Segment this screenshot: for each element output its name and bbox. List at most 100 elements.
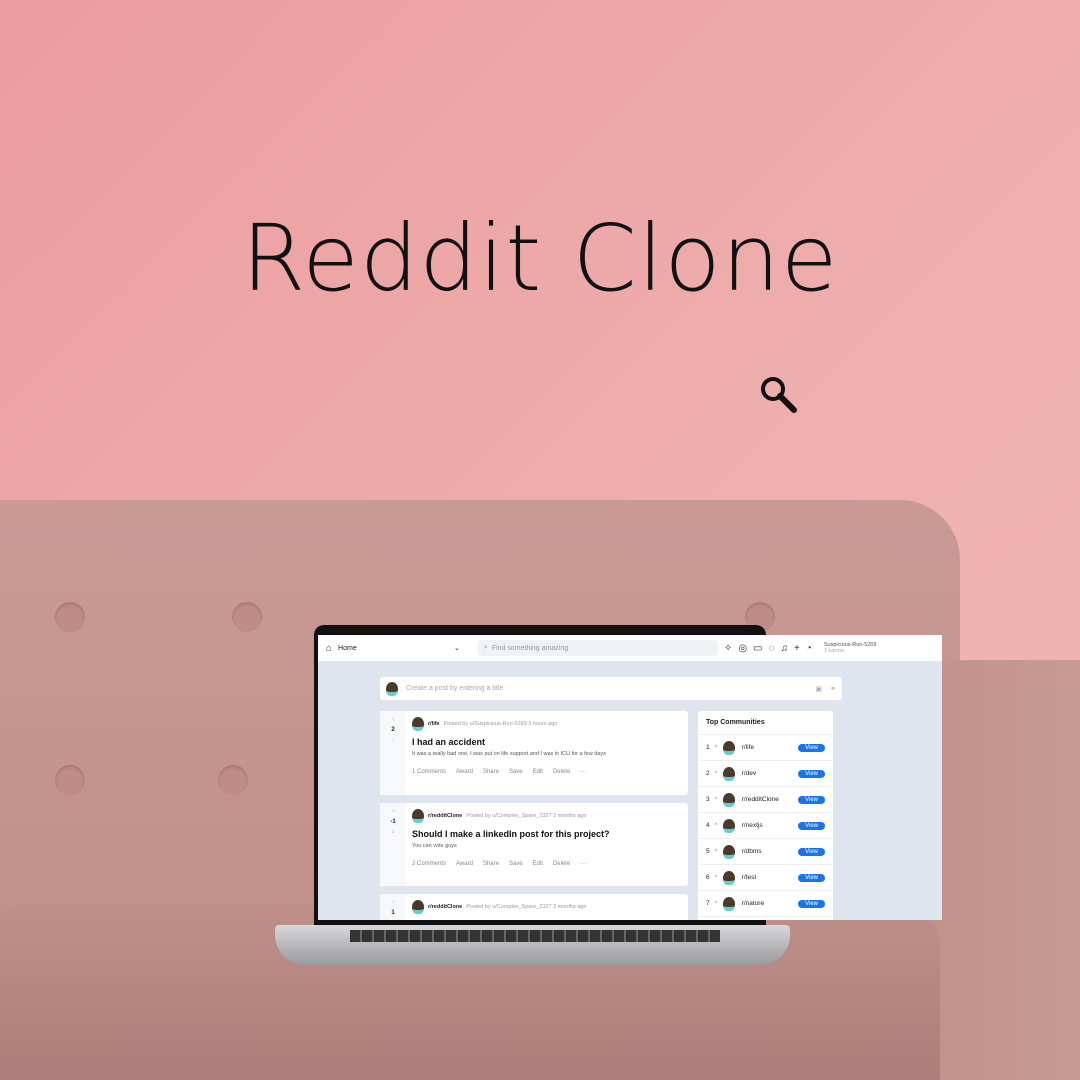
user-menu[interactable]: Suspicious-Run-5269 1 karma [824,642,877,654]
rank: 6 [706,874,710,881]
downvote-icon[interactable]: ↓ [392,829,395,835]
globe-icon[interactable]: ◎ [738,643,747,654]
search-icon: ⌕ [483,644,488,651]
community-avatar [722,870,735,885]
upvote-icon[interactable]: ↑ [392,809,395,815]
save-button[interactable]: Save [509,769,523,775]
chevron-up-icon: ^ [714,744,718,751]
upvote-icon[interactable]: ↑ [392,717,395,723]
chevron-up-icon: ^ [714,874,718,881]
avatar [386,681,398,696]
upvote-icon[interactable]: ↑ [392,900,395,906]
vote-count: 2 [391,727,395,733]
chevron-up-icon: ^ [714,796,718,803]
avatar [412,717,424,731]
hero-title: Reddit Clone [241,205,839,312]
edit-button[interactable]: Edit [533,769,543,775]
community-name[interactable]: r/dev [742,770,793,777]
rank: 7 [706,900,710,907]
view-button[interactable]: View [798,795,825,804]
rank: 1 [706,744,710,751]
rank: 2 [706,770,710,777]
view-button[interactable]: View [798,899,825,908]
plus-icon[interactable]: + [794,643,800,654]
community-row[interactable]: 5 ^ r/dbms View [698,839,833,865]
community-row[interactable]: 4 ^ r/nextjs View [698,813,833,839]
community-name[interactable]: r/test [742,874,793,881]
community-avatar [722,844,735,859]
share-button[interactable]: Share [483,861,499,867]
link-icon[interactable]: ⚭ [830,685,836,693]
popular-icon[interactable]: ✧ [724,643,732,654]
chevron-up-icon: ^ [714,770,718,777]
avatar [412,900,424,914]
community-name[interactable]: r/life [742,744,793,751]
community-name[interactable]: r/nature [742,900,793,907]
home-dropdown[interactable]: Home [338,645,448,652]
community-avatar [722,896,735,911]
vote-count: 1 [391,910,395,916]
post-text: You can vote guys [412,843,457,849]
community-row[interactable]: 3 ^ r/redditClone View [698,787,833,813]
sofa-button [55,602,85,632]
view-button[interactable]: View [798,821,825,830]
top-nav: ⌂ Home ⌄ ⌕ Find something amazing ✧ ◎ ▭ ◌… [318,635,942,662]
create-post-bar: Create a post by entering a title ▣ ⚭ [380,677,842,700]
post-title[interactable]: Should I make a linkedIn post for this p… [412,829,682,839]
rank: 5 [706,848,710,855]
post-card[interactable]: ↑ 1 r/redditClone Posted by u/Complex_Spar… [380,894,688,920]
more-button[interactable]: ··· [580,769,586,775]
vote-count: -1 [390,819,396,825]
edit-button[interactable]: Edit [533,861,543,867]
delete-button[interactable]: Delete [553,861,570,867]
search-input[interactable]: ⌕ Find something amazing [477,640,718,656]
view-button[interactable]: View [798,873,825,882]
view-button[interactable]: View [798,769,825,778]
community-avatar [722,792,735,807]
megaphone-icon[interactable]: ◔ [806,643,812,654]
app-screen: ⌂ Home ⌄ ⌕ Find something amazing ✧ ◎ ▭ ◌… [318,635,942,920]
post-card[interactable]: ↑ 2 ↓ r/life Posted by u/Suspicious-Run-526… [380,711,688,795]
delete-button[interactable]: Delete [553,769,570,775]
community-link[interactable]: r/life [428,721,440,727]
downvote-icon[interactable]: ↓ [392,737,395,743]
view-button[interactable]: View [798,743,825,752]
chevron-down-icon[interactable]: ⌄ [454,644,460,652]
sofa-button [55,765,85,795]
community-row[interactable]: 1 ^ r/life View [698,735,833,761]
community-link[interactable]: r/redditClone [428,813,462,819]
sidebar-title: Top Communities [698,711,833,735]
save-button[interactable]: Save [509,861,523,867]
award-button[interactable]: Award [456,861,473,867]
chevron-up-icon: ^ [714,900,718,907]
rank: 3 [706,796,710,803]
sofa-button [232,602,262,632]
community-name[interactable]: r/redditClone [742,796,793,803]
view-button[interactable]: View [798,847,825,856]
image-icon[interactable]: ▣ [816,685,823,693]
chat-icon[interactable]: ◌ [769,643,775,654]
home-icon: ⌂ [326,642,333,654]
community-name[interactable]: r/nextjs [742,822,793,829]
post-card[interactable]: ↑ -1 ↓ r/redditClone Posted by u/Complex_Sp… [380,803,688,886]
rank: 4 [706,822,710,829]
community-row[interactable]: 7 ^ r/nature View [698,891,833,917]
video-icon[interactable]: ▭ [753,643,762,654]
more-button[interactable]: ··· [580,861,586,867]
community-name[interactable]: r/dbms [742,848,793,855]
community-row[interactable]: 6 ^ r/test View [698,865,833,891]
create-post-input[interactable]: Create a post by entering a title [406,685,808,692]
community-row[interactable]: 2 ^ r/dev View [698,761,833,787]
community-link[interactable]: r/redditClone [428,904,462,910]
community-avatar [722,818,735,833]
community-avatar [722,740,735,755]
avatar [412,809,424,823]
share-button[interactable]: Share [483,769,499,775]
post-title[interactable]: I had an accident [412,737,682,747]
comments-button[interactable]: 1 Comments [412,769,446,775]
chevron-up-icon: ^ [714,822,718,829]
comments-button[interactable]: 2 Comments [412,861,446,867]
bell-icon[interactable]: ♫ [780,643,788,654]
laptop-keyboard [350,930,720,942]
award-button[interactable]: Award [456,769,473,775]
